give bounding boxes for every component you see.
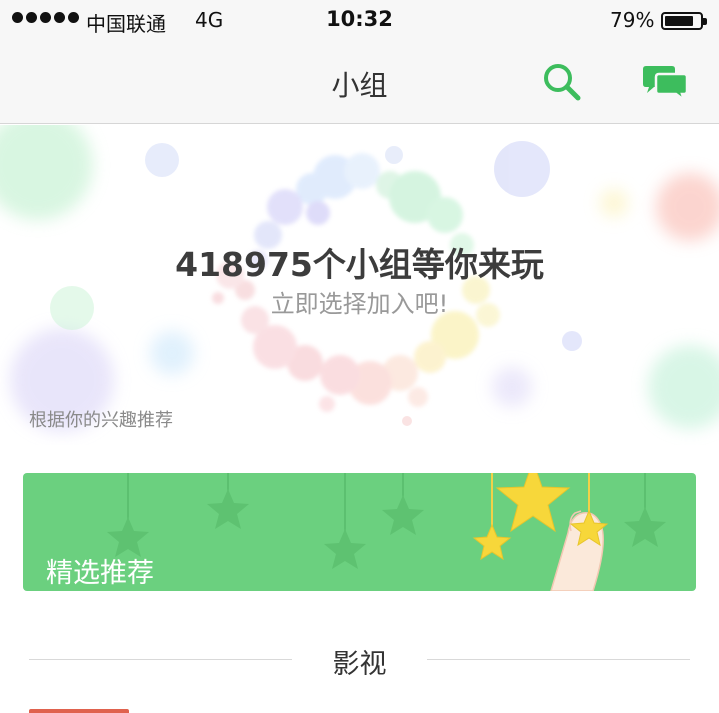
- banner-label: 精选推荐: [46, 558, 154, 589]
- chat-bubbles-icon: [643, 66, 689, 104]
- section-title: 影视: [332, 649, 387, 680]
- category-section-header: 影视: [0, 635, 719, 685]
- battery-fill: [665, 16, 693, 26]
- hero-headline: 418975个小组等你来玩: [175, 245, 544, 284]
- divider: [427, 659, 690, 660]
- recommend-label: 根据你的兴趣推荐: [29, 410, 173, 431]
- group-card-peek[interactable]: [29, 709, 129, 713]
- hero-subline: 立即选择加入吧!: [270, 290, 449, 318]
- featured-recommend-banner[interactable]: 精选推荐: [23, 473, 696, 591]
- search-icon: [544, 64, 581, 101]
- search-button[interactable]: [540, 60, 584, 104]
- battery-icon: [661, 12, 707, 30]
- nav-bar: 小组: [0, 40, 719, 124]
- messages-button[interactable]: [642, 62, 690, 104]
- status-bar: 中国联通 4G 10:32 79%: [0, 0, 719, 40]
- page-title: 小组: [331, 69, 388, 102]
- hero-banner: 418975个小组等你来玩 立即选择加入吧! 根据你的兴趣推荐: [0, 125, 719, 445]
- battery-percent: 79%: [610, 8, 655, 32]
